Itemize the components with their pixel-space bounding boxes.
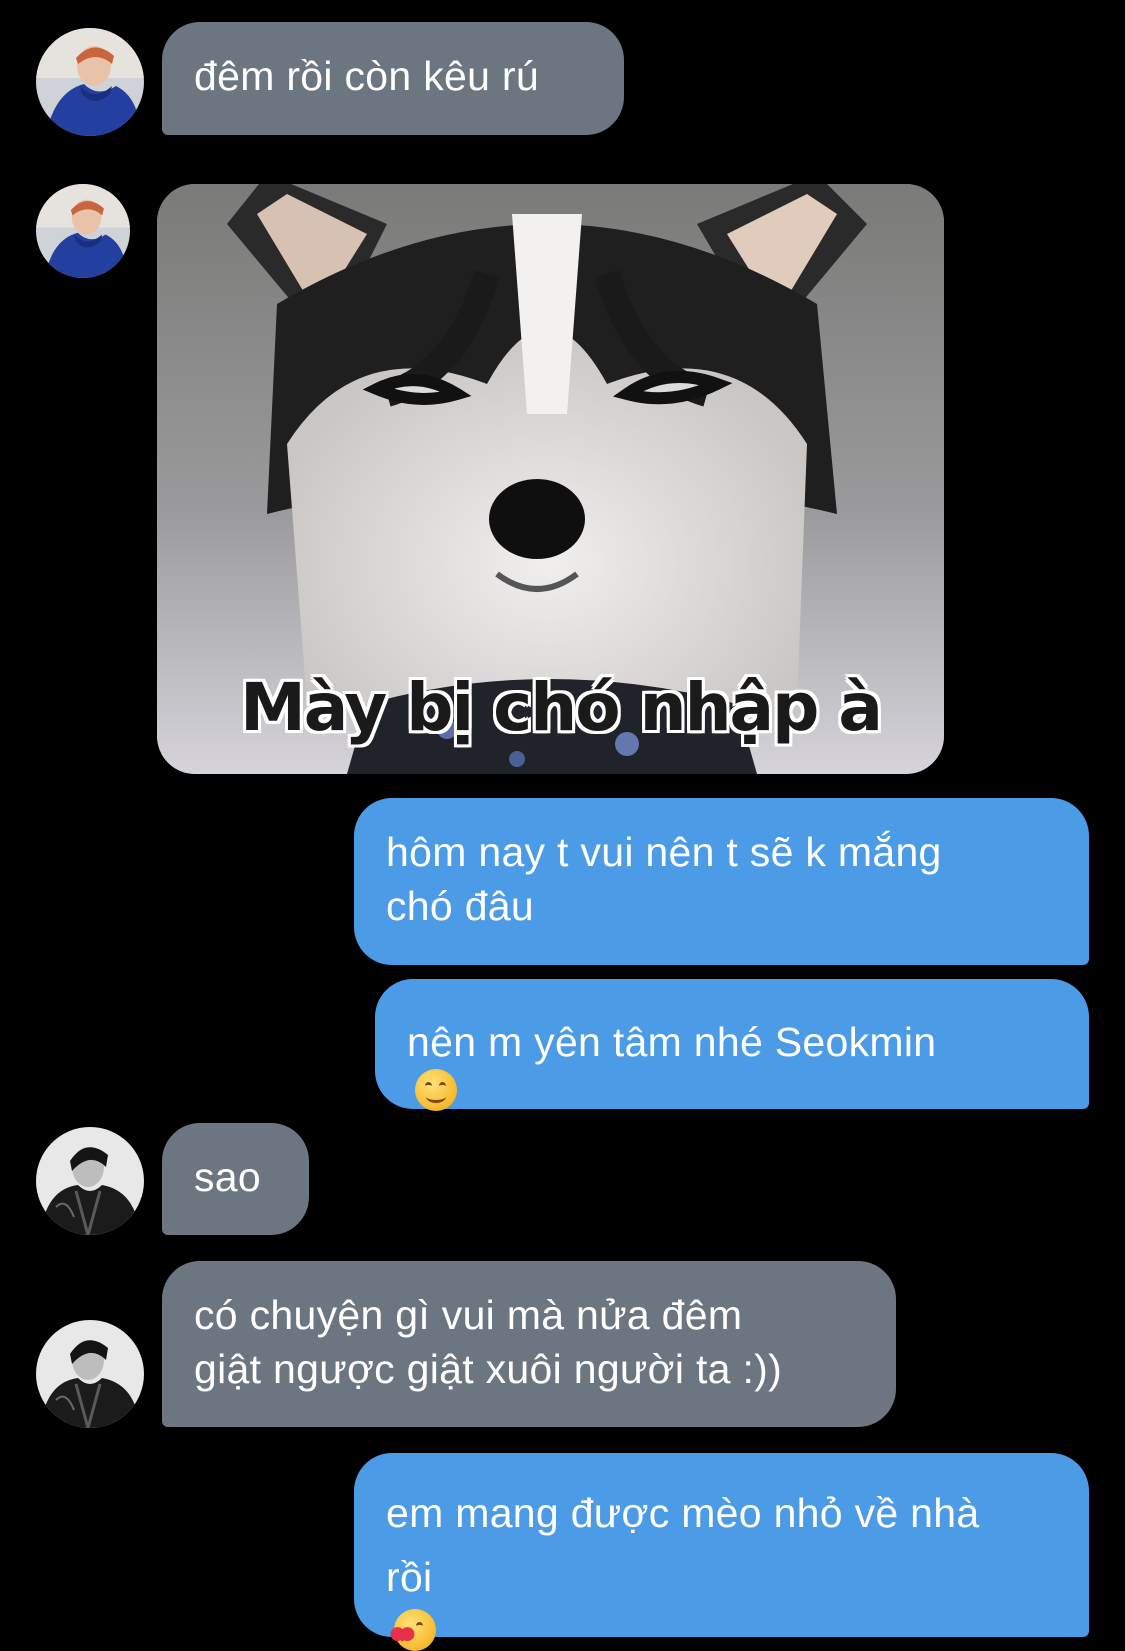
meme-caption: Mày bị chó nhập à <box>240 669 883 746</box>
heart-icon <box>396 1629 409 1642</box>
contact-avatar-1[interactable] <box>36 184 130 278</box>
message-text: đêm rồi còn kêu rú <box>194 53 539 99</box>
contact-avatar-1[interactable] <box>36 28 144 136</box>
emoji-eye <box>416 1622 423 1630</box>
contact-avatar-2[interactable] <box>36 1320 144 1428</box>
avatar-photo-blue-icon <box>36 184 130 278</box>
contact-avatar-2[interactable] <box>36 1127 144 1235</box>
message-bubble-incoming[interactable]: đêm rồi còn kêu rú <box>162 22 624 135</box>
emoji-eye <box>439 1082 446 1090</box>
message-text-line: em mang được mèo nhỏ về nhà <box>386 1490 980 1536</box>
smiling-face-emoji <box>415 1069 457 1111</box>
avatar-photo-monochrome-icon <box>36 1320 144 1428</box>
message-text: sao <box>194 1154 262 1200</box>
message-bubble-outgoing[interactable]: em mang được mèo nhỏ về nhà rồi <box>354 1453 1089 1651</box>
message-text-line: hôm nay t vui nên t sẽ k mắng <box>386 829 942 875</box>
message-text-line: giật ngược giật xuôi người ta :)) <box>194 1346 783 1392</box>
message-text: nên m yên tâm nhé Seokmin <box>407 1019 937 1065</box>
message-text-line: có chuyện gì vui mà nửa đêm <box>194 1292 743 1338</box>
message-bubble-outgoing[interactable]: nên m yên tâm nhé Seokmin <box>375 979 1089 1111</box>
avatar-photo-blue-icon <box>36 28 144 136</box>
message-text-line: rồi <box>386 1545 1057 1651</box>
message-text-line: nên m yên tâm nhé Seokmin <box>407 1015 1057 1111</box>
avatar-photo-monochrome-icon <box>36 1127 144 1235</box>
message-bubble-incoming[interactable]: sao <box>162 1123 309 1235</box>
message-text-line: chó đâu <box>386 883 535 929</box>
image-message-husky-meme[interactable]: Mày bị chó nhập à <box>157 184 944 774</box>
message-text: rồi <box>386 1554 433 1600</box>
message-bubble-outgoing[interactable]: hôm nay t vui nên t sẽ k mắng chó đâu <box>354 798 1089 965</box>
message-bubble-incoming[interactable]: có chuyện gì vui mà nửa đêm giật ngược g… <box>162 1261 896 1427</box>
